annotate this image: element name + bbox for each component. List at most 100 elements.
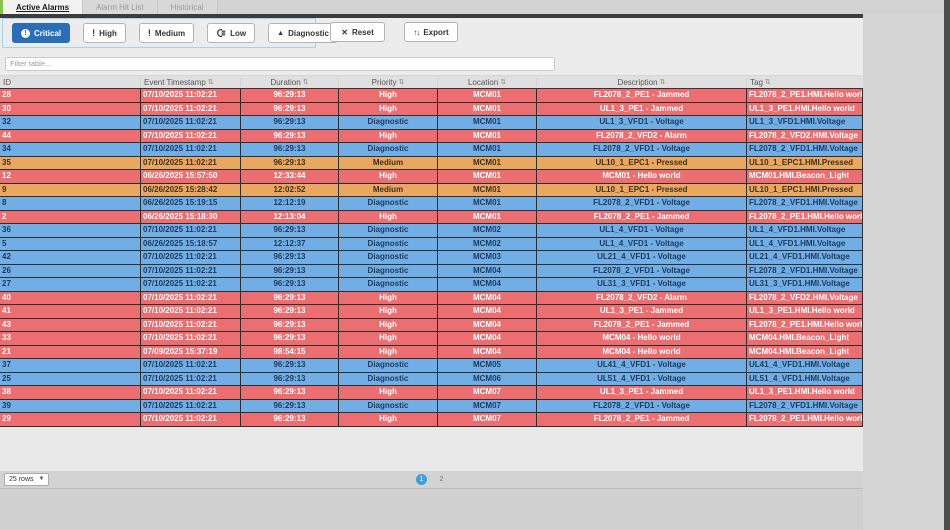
table-row[interactable]: 42 07/10/2025 11:02:21 96:29:13 Diagnostic M… xyxy=(0,251,863,265)
reset-button[interactable]: ✕ Reset xyxy=(330,22,385,42)
cell-priority: Diagnostic xyxy=(339,399,438,412)
cell-priority: High xyxy=(339,386,438,399)
cell-description: UL31_3_VFD1 - Voltage xyxy=(537,278,747,291)
table-row[interactable]: 9 06/26/2025 15:28:42 12:02:52 Medium MCM01 U… xyxy=(0,183,863,197)
column-label: Priority xyxy=(371,77,397,87)
cell-id: 40 xyxy=(0,291,141,304)
cell-priority: High xyxy=(339,291,438,304)
table-row[interactable]: 5 06/26/2025 15:18:57 12:12:37 Diagnostic MC… xyxy=(0,237,863,251)
toolbar: ! Critical ! High ! Medium Low ▲ Diagnos… xyxy=(0,18,863,49)
table-row[interactable]: 12 06/26/2025 15:57:50 12:33:44 High MCM01 MC… xyxy=(0,170,863,184)
tab-alarm-hit-list[interactable]: Alarm Hit List xyxy=(83,0,158,14)
cell-location: MCM04 xyxy=(438,291,537,304)
cell-tag: UL1_3_PE1.HMI.Hello world xyxy=(747,102,863,115)
cell-duration: 98:54:15 xyxy=(241,345,339,358)
cell-priority: Diagnostic xyxy=(339,224,438,237)
cell-priority: Diagnostic xyxy=(339,251,438,264)
close-icon: ✕ xyxy=(341,27,348,37)
cell-event-timestamp: 07/10/2025 11:02:21 xyxy=(141,291,241,304)
table-row[interactable]: 29 07/10/2025 11:02:21 96:29:13 High MCM07 FL… xyxy=(0,413,863,427)
table-row[interactable]: 26 07/10/2025 11:02:21 96:29:13 Diagnostic M… xyxy=(0,264,863,278)
tab-label: Historical xyxy=(170,2,204,12)
column-header-priority[interactable]: Priority ⇅ xyxy=(339,77,438,87)
button-label: Diagnostic xyxy=(288,28,329,38)
column-label: Event Timestamp xyxy=(144,77,206,87)
cell-duration: 96:29:13 xyxy=(241,278,339,291)
cell-description: FL2078_2_PE1 - Jammed xyxy=(537,413,747,426)
cell-priority: Diagnostic xyxy=(339,197,438,210)
table-row[interactable]: 32 07/10/2025 11:02:21 96:29:13 Diagnostic M… xyxy=(0,116,863,130)
cell-tag: UL1_3_PE1.HMI.Hello world xyxy=(747,386,863,399)
table-row[interactable]: 25 07/10/2025 11:02:21 96:29:13 Diagnostic M… xyxy=(0,372,863,386)
table-row[interactable]: 40 07/10/2025 11:02:21 96:29:13 High MCM04 FL… xyxy=(0,291,863,305)
cell-duration: 96:29:13 xyxy=(241,318,339,331)
column-header-tag[interactable]: Tag ⇅ xyxy=(747,78,863,87)
table-row[interactable]: 30 07/10/2025 11:02:21 96:29:13 High MCM01 UL… xyxy=(0,102,863,116)
window-scrollbar[interactable] xyxy=(944,0,950,530)
cell-id: 41 xyxy=(0,305,141,318)
triangle-warning-icon: ▲ xyxy=(277,29,285,37)
page-button-2[interactable]: 2 xyxy=(436,474,447,485)
cell-location: MCM04 xyxy=(438,318,537,331)
column-header-duration[interactable]: Duration ⇅ xyxy=(241,77,339,87)
tab-historical[interactable]: Historical xyxy=(157,0,218,14)
cell-duration: 96:29:13 xyxy=(241,251,339,264)
cell-duration: 96:29:13 xyxy=(241,102,339,115)
column-header-description[interactable]: Description ⇅ xyxy=(537,77,747,87)
button-label: Export xyxy=(423,27,449,37)
critical-filter-button[interactable]: ! Critical xyxy=(12,23,71,43)
table-row[interactable]: 44 07/10/2025 11:02:21 96:29:13 High MCM01 FL… xyxy=(0,129,863,143)
page-button-1[interactable]: 1 xyxy=(416,473,427,485)
filter-table-input[interactable] xyxy=(5,56,555,71)
cell-duration: 96:29:13 xyxy=(241,372,339,385)
table-row[interactable]: 28 07/10/2025 11:02:21 96:29:13 High MCM01 FL… xyxy=(0,89,863,103)
table-row[interactable]: 33 07/10/2025 11:02:21 96:29:13 High MCM04 MC… xyxy=(0,332,863,346)
cell-tag: UL41_4_VFD1.HMI.Voltage xyxy=(747,359,863,372)
cell-priority: Medium xyxy=(339,183,438,196)
cell-event-timestamp: 07/10/2025 11:02:21 xyxy=(141,399,241,412)
tab-active-alarms[interactable]: Active Alarms xyxy=(3,0,84,14)
table-row[interactable]: 34 07/10/2025 11:02:21 96:29:13 Diagnostic M… xyxy=(0,143,863,157)
cell-event-timestamp: 07/10/2025 11:02:21 xyxy=(141,129,241,142)
column-header-location[interactable]: Location ⇅ xyxy=(438,77,537,87)
cell-id: 8 xyxy=(0,197,141,210)
table-row[interactable]: 41 07/10/2025 11:02:21 96:29:13 High MCM04 UL… xyxy=(0,305,863,319)
cell-description: UL1_3_VFD1 - Voltage xyxy=(537,116,747,129)
medium-filter-button[interactable]: ! Medium xyxy=(138,23,195,43)
table-row[interactable]: 43 07/10/2025 11:02:21 96:29:13 High MCM04 FL… xyxy=(0,318,863,332)
table-row[interactable]: 36 07/10/2025 11:02:21 96:29:13 Diagnostic M… xyxy=(0,224,863,238)
export-button[interactable]: ↑↓ Export xyxy=(404,22,458,42)
column-header-event-timestamp[interactable]: Event Timestamp ⇅ xyxy=(141,77,241,87)
cell-id: 43 xyxy=(0,318,141,331)
cell-id: 35 xyxy=(0,156,141,169)
sort-icon: ⇅ xyxy=(500,79,507,86)
table-row[interactable]: 39 07/10/2025 11:02:21 96:29:13 Diagnostic M… xyxy=(0,399,863,413)
cell-id: 39 xyxy=(0,399,141,412)
diagnostic-filter-button[interactable]: ▲ Diagnostic xyxy=(268,23,338,43)
cell-tag: MCM01.HMI.Beacon_Light xyxy=(747,170,863,183)
cell-tag: UL21_4_VFD1.HMI.Voltage xyxy=(747,251,863,264)
cell-id: 28 xyxy=(0,89,141,102)
table-row[interactable]: 37 07/10/2025 11:02:21 96:29:13 Diagnostic M… xyxy=(0,359,863,373)
cell-tag: FL2078_2_VFD1.HMI.Voltage xyxy=(747,143,863,156)
table-row[interactable]: 38 07/10/2025 11:02:21 96:29:13 High MCM07 UL… xyxy=(0,386,863,400)
cell-event-timestamp: 07/10/2025 11:02:21 xyxy=(141,102,241,115)
high-filter-button[interactable]: ! High xyxy=(83,23,126,43)
table-row[interactable]: 2 06/26/2025 15:18:30 12:13:04 High MCM01 FL2… xyxy=(0,210,863,224)
table-row[interactable]: 8 06/26/2025 15:19:15 12:12:19 Diagnostic MC… xyxy=(0,197,863,211)
low-filter-button[interactable]: Low xyxy=(207,23,256,43)
table-row[interactable]: 21 07/09/2025 15:37:19 98:54:15 High MCM04 MC… xyxy=(0,345,863,359)
cell-description: FL2078_2_PE1 - Jammed xyxy=(537,89,747,102)
cell-location: MCM07 xyxy=(438,413,537,426)
cell-id: 30 xyxy=(0,102,141,115)
cell-location: MCM04 xyxy=(438,305,537,318)
cell-tag: FL2078_2_VFD2.HMI.Voltage xyxy=(747,291,863,304)
cell-location: MCM04 xyxy=(438,332,537,345)
column-label: Duration xyxy=(270,77,301,87)
table-row[interactable]: 35 07/10/2025 11:02:21 96:29:13 Medium MCM01… xyxy=(0,156,863,170)
sort-icon: ⇅ xyxy=(302,79,309,86)
cell-location: MCM01 xyxy=(438,183,537,196)
table-row[interactable]: 27 07/10/2025 11:02:21 96:29:13 Diagnostic M… xyxy=(0,278,863,292)
cell-id: 26 xyxy=(0,264,141,277)
cell-event-timestamp: 07/10/2025 11:02:21 xyxy=(141,332,241,345)
